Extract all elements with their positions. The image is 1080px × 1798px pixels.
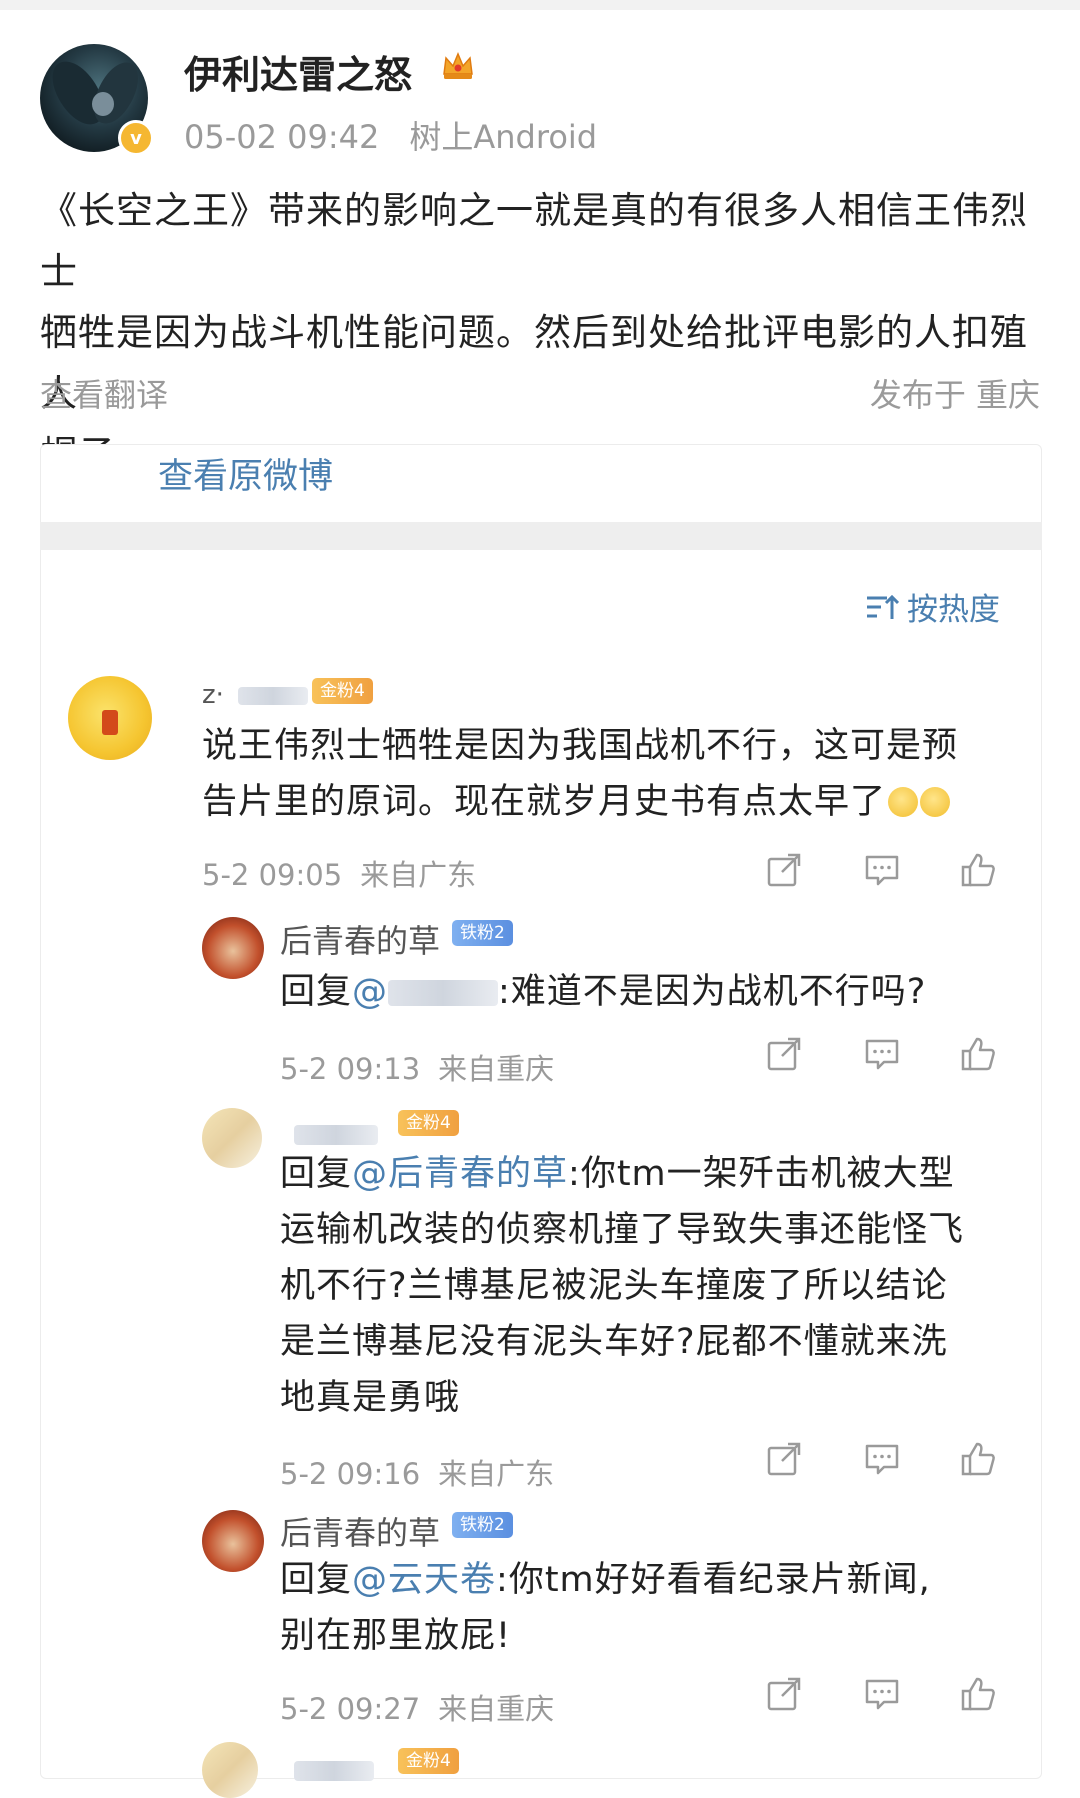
- fan-badge: 铁粉2: [452, 920, 513, 946]
- comment-text: 回复@云天卷:你tm好好看看纪录片新闻, 别在那里放屁!: [280, 1552, 1040, 1664]
- share-icon[interactable]: [766, 1676, 802, 1712]
- blurred-mention: [388, 980, 499, 1006]
- commenter-avatar[interactable]: [68, 676, 152, 760]
- reply-label: 回复: [280, 1154, 353, 1194]
- comment-location: 来自广东: [438, 1457, 555, 1491]
- commenter-avatar[interactable]: [202, 1510, 264, 1572]
- comment-location: 来自重庆: [438, 1052, 555, 1086]
- commenter-name[interactable]: 后青春的草: [280, 1508, 440, 1554]
- blurred-name: [294, 1761, 374, 1781]
- reply-label: 回复: [280, 972, 353, 1012]
- comment-text: 说王伟烈士牺牲是因为我国战机不行，这可是预 告片里的原词。现在就岁月史书有点太早…: [202, 718, 1022, 830]
- post-time: 05-02 09:42: [184, 118, 380, 156]
- post-meta: 05-02 09:42 树上Android: [184, 112, 597, 158]
- post-text-line: 《长空之王》带来的影响之一就是真的有很多人相信王伟烈士: [40, 189, 1028, 293]
- comment-line: 说王伟烈士牺牲是因为我国战机不行，这可是预: [202, 726, 959, 766]
- translate-link[interactable]: 查看翻译: [40, 370, 168, 416]
- comment-line: 运输机改装的侦察机撞了导致失事还能怪飞: [280, 1210, 965, 1250]
- like-icon[interactable]: [960, 1676, 996, 1712]
- comment-line: :你tm一架歼击机被大型: [568, 1154, 955, 1194]
- comment-meta: 5-2 09:27 来自重庆: [280, 1686, 554, 1728]
- comment-body: :难道不是因为战机不行吗?: [498, 972, 927, 1012]
- commenter-avatar[interactable]: [202, 917, 264, 979]
- comment-time: 5-2 09:05: [202, 858, 343, 892]
- view-original-link[interactable]: 查看原微博: [158, 448, 333, 499]
- sort-label: 按热度: [907, 592, 1000, 628]
- comment-line: 是兰博基尼没有泥头车好?屁都不懂就来洗: [280, 1322, 948, 1362]
- like-icon[interactable]: [960, 1441, 996, 1477]
- comment-icon[interactable]: [864, 1676, 900, 1712]
- comment-time: 5-2 09:13: [280, 1052, 421, 1086]
- comment-icon[interactable]: [864, 1441, 900, 1477]
- sort-icon: [865, 593, 900, 621]
- comment-line: :你tm好好看看纪录片新闻,: [496, 1560, 931, 1600]
- blurred-name: [238, 686, 309, 705]
- commenter-avatar[interactable]: [202, 1742, 258, 1798]
- post-device: 树上Android: [409, 118, 598, 156]
- share-icon[interactable]: [766, 852, 802, 888]
- commenter-name[interactable]: [294, 1750, 374, 1788]
- comment-location: 来自广东: [360, 858, 477, 892]
- verified-badge-icon: v: [118, 120, 154, 156]
- section-separator: [40, 522, 1042, 550]
- comment-time: 5-2 09:16: [280, 1457, 421, 1491]
- like-icon[interactable]: [960, 1036, 996, 1072]
- commenter-avatar[interactable]: [202, 1108, 262, 1168]
- reply-label: 回复: [280, 1560, 353, 1600]
- post-location: 发布于 重庆: [869, 376, 1040, 414]
- comment-meta: 5-2 09:16 来自广东: [280, 1451, 554, 1493]
- comment-line: 别在那里放屁!: [280, 1616, 512, 1656]
- comment-text: 回复@ :难道不是因为战机不行吗?: [280, 964, 1020, 1020]
- fan-badge: 金粉4: [398, 1110, 459, 1136]
- commenter-name[interactable]: 后青春的草: [280, 916, 440, 962]
- comment-time: 5-2 09:27: [280, 1692, 421, 1726]
- blurred-name: [294, 1125, 378, 1145]
- commenter-name[interactable]: z·: [202, 680, 309, 710]
- mention-link[interactable]: @云天卷: [352, 1560, 496, 1600]
- share-icon[interactable]: [766, 1036, 802, 1072]
- comment-meta: 5-2 09:05 来自广东: [202, 852, 476, 894]
- sort-by-hot-button[interactable]: 按热度: [865, 584, 1000, 629]
- fan-badge: 金粉4: [398, 1748, 459, 1774]
- like-icon[interactable]: [960, 852, 996, 888]
- comment-icon[interactable]: [864, 1036, 900, 1072]
- top-divider: [0, 0, 1080, 10]
- comment-line: 告片里的原词。现在就岁月史书有点太早了: [202, 782, 887, 822]
- crown-icon: [440, 48, 476, 93]
- comment-line: 地真是勇哦: [280, 1378, 461, 1418]
- commenter-name-visible: z·: [202, 680, 224, 710]
- comment-text: 回复@后青春的草:你tm一架歼击机被大型 运输机改装的侦察机撞了导致失事还能怪飞…: [280, 1146, 1040, 1426]
- emoji-icon: [920, 787, 951, 817]
- fan-badge: 铁粉2: [452, 1512, 513, 1538]
- emoji-icon: [888, 787, 919, 817]
- post-body: 《长空之王》带来的影响之一就是真的有很多人相信王伟烈士 牺牲是因为战斗机性能问题…: [40, 180, 1040, 485]
- comment-line: 机不行?兰博基尼被泥头车撞废了所以结论: [280, 1266, 948, 1306]
- mention-link[interactable]: @后青春的草: [352, 1154, 568, 1194]
- comment-location: 来自重庆: [438, 1692, 555, 1726]
- fan-badge: 金粉4: [312, 678, 373, 704]
- share-icon[interactable]: [766, 1441, 802, 1477]
- comment-meta: 5-2 09:13 来自重庆: [280, 1046, 554, 1088]
- author-name[interactable]: 伊利达雷之怒: [184, 44, 412, 99]
- mention-link[interactable]: @: [352, 972, 388, 1012]
- comment-icon[interactable]: [864, 852, 900, 888]
